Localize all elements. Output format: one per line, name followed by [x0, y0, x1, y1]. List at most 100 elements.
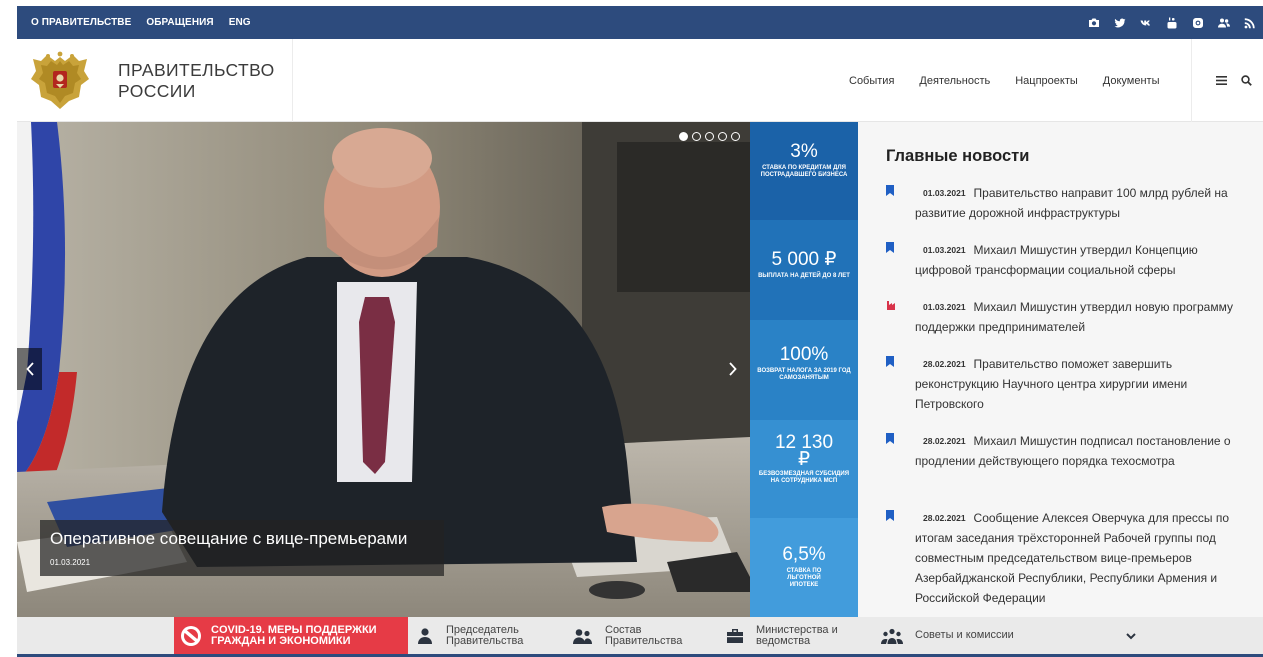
news-headline[interactable]: Сообщение Алексея Оверчука для прессы по…	[915, 511, 1229, 605]
site-header: ПРАВИТЕЛЬСТВО РОССИИ События Деятельност…	[17, 39, 1263, 122]
nav-documents[interactable]: Документы	[1103, 75, 1160, 87]
stat-value: 6,5%	[782, 544, 826, 565]
bottom-bar: COVID-19. МЕРЫ ПОДДЕРЖКИ ГРАЖДАН И ЭКОНО…	[17, 617, 1263, 657]
news-date: 28.02.2021	[923, 359, 966, 369]
covid-label-line2: ГРАЖДАН И ЭКОНОМИКИ	[211, 634, 351, 647]
factory-icon	[887, 301, 895, 310]
news-item[interactable]: 01.03.2021 Михаил Мишустин утвердил новую…	[886, 297, 1236, 337]
stat-value: 3%	[790, 141, 818, 162]
slide-date: 01.03.2021	[50, 558, 91, 567]
bottom-link-ministries[interactable]: Министерства и ведомства	[726, 617, 838, 654]
news-text-block: 28.02.2021 Михаил Мишустин подписал поста…	[915, 431, 1236, 471]
stat-label: БЕЗВОЗМЕЗДНАЯ СУБСИДИЯ НА СОТРУДНИКА МСП	[758, 471, 850, 484]
site-title-line1: ПРАВИТЕЛЬСТВО	[118, 60, 275, 80]
news-item[interactable]: 28.02.2021 Михаил Мишустин подписал поста…	[886, 431, 1236, 471]
slider-dot-4[interactable]	[718, 132, 727, 141]
stat-card-mortgage-rate[interactable]: 6,5% СТАВКА ПО ЛЬГОТНОЙ ИПОТЕКЕ	[750, 518, 858, 617]
header-divider-right	[1191, 39, 1192, 122]
site-title[interactable]: ПРАВИТЕЛЬСТВО РОССИИ	[118, 60, 275, 102]
stat-value: 100%	[779, 344, 829, 365]
chevron-down-icon[interactable]	[1125, 630, 1137, 642]
stat-card-sme-subsidy[interactable]: 12 130 ₽ БЕЗВОЗМЕЗДНАЯ СУБСИДИЯ НА СОТРУ…	[750, 420, 858, 518]
stat-card-child-payment[interactable]: 5 000 ₽ ВЫПЛАТА НА ДЕТЕЙ ДО 8 ЛЕТ	[750, 220, 858, 320]
stat-label: СТАВКА ПО ЛЬГОТНОЙ ИПОТЕКЕ	[786, 568, 822, 588]
stat-card-credit-rate[interactable]: 3% СТАВКА ПО КРЕДИТАМ ДЛЯ ПОСТРАДАВШЕГО …	[750, 122, 858, 220]
slider-dots	[679, 132, 740, 141]
news-heading: Главные новости	[886, 147, 1030, 165]
news-text-block: 01.03.2021 Михаил Мишустин утвердил Конце…	[915, 240, 1236, 280]
news-text-block: 28.02.2021 Сообщение Алексея Оверчука для…	[915, 508, 1236, 608]
news-item[interactable]: 28.02.2021 Сообщение Алексея Оверчука для…	[886, 508, 1236, 608]
news-text-block: 01.03.2021 Михаил Мишустин утвердил новую…	[915, 297, 1236, 337]
prohibited-icon	[181, 625, 201, 646]
twitter-icon[interactable]	[1107, 6, 1133, 39]
chevron-left-icon	[25, 362, 34, 376]
stat-label: ВОЗВРАТ НАЛОГА ЗА 2019 ГОД САМОЗАНЯТЫМ	[757, 368, 851, 381]
news-text-block: 28.02.2021 Правительство поможет завершит…	[915, 354, 1236, 414]
instagram-icon[interactable]	[1185, 6, 1211, 39]
bookmark-icon	[886, 510, 894, 521]
nav-activity[interactable]: Деятельность	[919, 75, 990, 87]
news-item[interactable]: 28.02.2021 Правительство поможет завершит…	[886, 354, 1236, 414]
slider-dot-5[interactable]	[731, 132, 740, 141]
covid-support-button[interactable]: COVID-19. МЕРЫ ПОДДЕРЖКИ ГРАЖДАН И ЭКОНО…	[174, 617, 408, 654]
stat-card-tax-refund[interactable]: 100% ВОЗВРАТ НАЛОГА ЗА 2019 ГОД САМОЗАНЯ…	[750, 320, 858, 420]
news-item[interactable]: 01.03.2021 Правительство направит 100 млр…	[886, 183, 1236, 223]
page: О ПРАВИТЕЛЬСТВЕ ОБРАЩЕНИЯ ENG ПРАВИТЕЛЬС…	[17, 6, 1263, 657]
vk-icon[interactable]	[1133, 6, 1159, 39]
stat-value: 12 130 ₽	[774, 432, 834, 470]
covid-label: COVID-19. МЕРЫ ПОДДЕРЖКИ ГРАЖДАН И ЭКОНО…	[211, 625, 377, 646]
news-text-block: 01.03.2021 Правительство направит 100 млр…	[915, 183, 1236, 223]
social-links	[1081, 6, 1263, 39]
bookmark-icon	[886, 242, 894, 253]
slide-caption[interactable]: Оперативное совещание с вице-премьерами …	[40, 520, 444, 576]
news-date: 01.03.2021	[923, 302, 966, 312]
main-news-panel: Главные новости 01.03.2021 Правительство …	[858, 122, 1263, 617]
stat-label: СТАВКА ПО КРЕДИТАМ ДЛЯ ПОСТРАДАВШЕГО БИЗ…	[760, 165, 848, 178]
top-link-appeals[interactable]: ОБРАЩЕНИЯ	[146, 17, 213, 28]
covid-label-line1: COVID-19. МЕРЫ ПОДДЕРЖКИ	[211, 624, 377, 636]
hero-slider[interactable]: Оперативное совещание с вице-премьерами …	[17, 122, 750, 617]
camera-icon[interactable]	[1081, 6, 1107, 39]
bottom-link-label: Министерства и ведомства	[756, 623, 838, 647]
top-link-eng[interactable]: ENG	[229, 17, 251, 28]
coat-of-arms-logo[interactable]	[29, 51, 91, 111]
users-icon[interactable]	[1211, 6, 1237, 39]
news-date: 01.03.2021	[923, 245, 966, 255]
search-icon[interactable]	[1238, 72, 1254, 88]
rss-icon[interactable]	[1237, 6, 1263, 39]
nav-national-projects[interactable]: Нацпроекты	[1015, 75, 1078, 87]
news-date: 28.02.2021	[923, 436, 966, 446]
chevron-right-icon	[729, 362, 737, 376]
bookmark-icon	[886, 185, 894, 196]
nav-events[interactable]: События	[849, 75, 894, 87]
top-bar: О ПРАВИТЕЛЬСТВЕ ОБРАЩЕНИЯ ENG	[17, 6, 1263, 39]
site-title-line2: РОССИИ	[118, 81, 196, 101]
header-divider	[292, 39, 293, 122]
slider-dot-3[interactable]	[705, 132, 714, 141]
bookmark-icon	[886, 356, 894, 367]
slider-dot-2[interactable]	[692, 132, 701, 141]
briefcase-icon	[727, 628, 743, 643]
bottom-link-cabinet[interactable]: Состав Правительства	[573, 617, 682, 654]
news-date: 01.03.2021	[923, 188, 966, 198]
slider-dot-1[interactable]	[679, 132, 688, 141]
bottom-link-label: Состав Правительства	[605, 623, 683, 647]
council-icon	[881, 628, 903, 644]
stats-column: 3% СТАВКА ПО КРЕДИТАМ ДЛЯ ПОСТРАДАВШЕГО …	[750, 122, 858, 617]
news-item[interactable]: 01.03.2021 Михаил Мишустин утвердил Конце…	[886, 240, 1236, 280]
menu-icon[interactable]	[1213, 72, 1229, 88]
news-date: 28.02.2021	[923, 513, 966, 523]
youtube-icon[interactable]	[1159, 6, 1185, 39]
slider-next-button[interactable]	[716, 348, 750, 390]
person-icon	[418, 627, 432, 644]
bottom-link-councils[interactable]: Советы и комиссии	[881, 617, 1014, 654]
bottom-link-label: Председатель Правительства	[446, 623, 524, 647]
top-link-about[interactable]: О ПРАВИТЕЛЬСТВЕ	[31, 17, 131, 28]
main-nav: События Деятельность Нацпроекты Документ…	[849, 39, 1185, 122]
bottom-link-chairman[interactable]: Председатель Правительства	[416, 617, 523, 654]
bookmark-icon	[886, 433, 894, 444]
slide-title: Оперативное совещание с вице-премьерами	[50, 529, 408, 548]
slider-prev-button[interactable]	[17, 348, 42, 390]
stat-label: ВЫПЛАТА НА ДЕТЕЙ ДО 8 ЛЕТ	[758, 273, 850, 279]
